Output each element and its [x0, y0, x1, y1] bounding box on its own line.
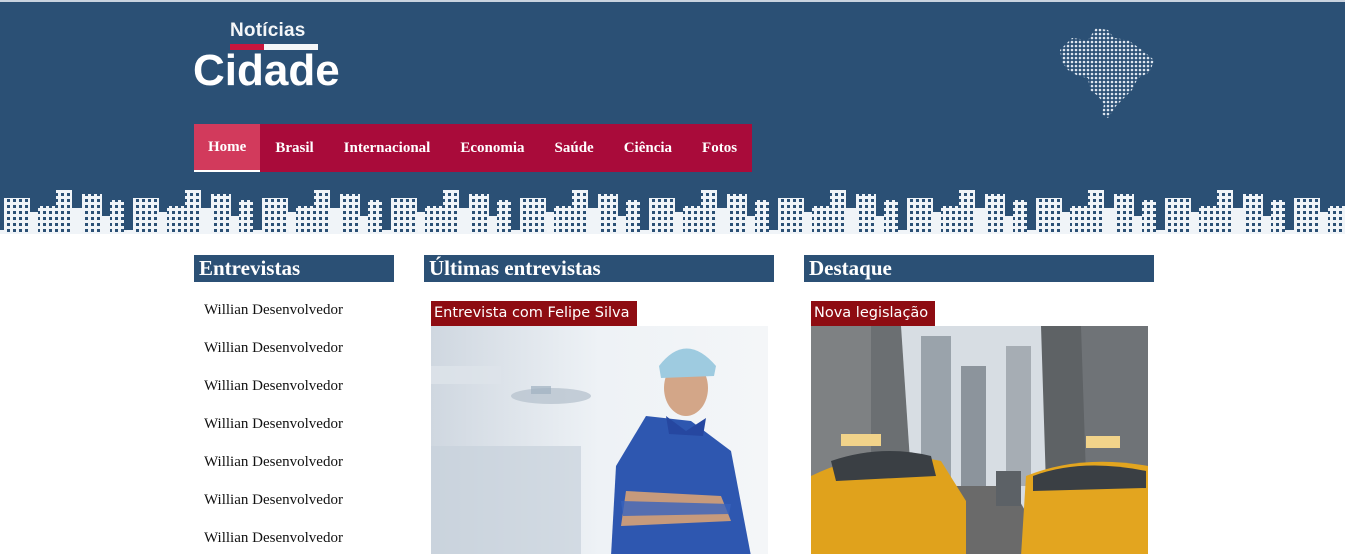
featured-card[interactable]: Nova legislação	[811, 301, 1148, 554]
nav-item-internacional[interactable]: Internacional	[329, 124, 446, 172]
featured-heading: Destaque	[804, 255, 1154, 282]
brazil-map-icon	[1060, 28, 1154, 118]
card-label: Nova legislação	[811, 301, 936, 326]
logo-main-text: Cidade	[193, 46, 340, 95]
nav-item-saude[interactable]: Saúde	[540, 124, 609, 172]
main-nav: Home Brasil Internacional Economia Saúde…	[194, 124, 753, 172]
logo-top-text: Notícias	[230, 20, 306, 41]
list-item[interactable]: Willian Desenvolvedor	[204, 410, 343, 448]
interviews-list: Willian Desenvolvedor Willian Desenvolve…	[204, 296, 343, 554]
latest-interviews-heading: Últimas entrevistas	[424, 255, 774, 282]
list-item[interactable]: Willian Desenvolvedor	[204, 448, 343, 486]
nav-item-home[interactable]: Home	[194, 124, 261, 172]
card-label: Entrevista com Felipe Silva	[431, 301, 637, 326]
list-item[interactable]: Willian Desenvolvedor	[204, 524, 343, 554]
doctor-photo	[431, 326, 768, 554]
interviews-heading: Entrevistas	[194, 255, 394, 282]
nav-item-fotos[interactable]: Fotos	[687, 124, 752, 172]
list-item[interactable]: Willian Desenvolvedor	[204, 372, 343, 410]
city-skyline	[0, 190, 1345, 234]
city-taxis-photo	[811, 326, 1148, 554]
list-item[interactable]: Willian Desenvolvedor	[204, 296, 343, 334]
nav-item-economia[interactable]: Economia	[445, 124, 539, 172]
site-logo[interactable]: Notícias Cidade	[193, 20, 353, 100]
nav-item-ciencia[interactable]: Ciência	[609, 124, 687, 172]
list-item[interactable]: Willian Desenvolvedor	[204, 334, 343, 372]
nav-item-brasil[interactable]: Brasil	[260, 124, 328, 172]
list-item[interactable]: Willian Desenvolvedor	[204, 486, 343, 524]
latest-interview-card[interactable]: Entrevista com Felipe Silva	[431, 301, 768, 554]
site-header: Notícias Cidade Home Brasil Internaciona…	[0, 0, 1345, 234]
